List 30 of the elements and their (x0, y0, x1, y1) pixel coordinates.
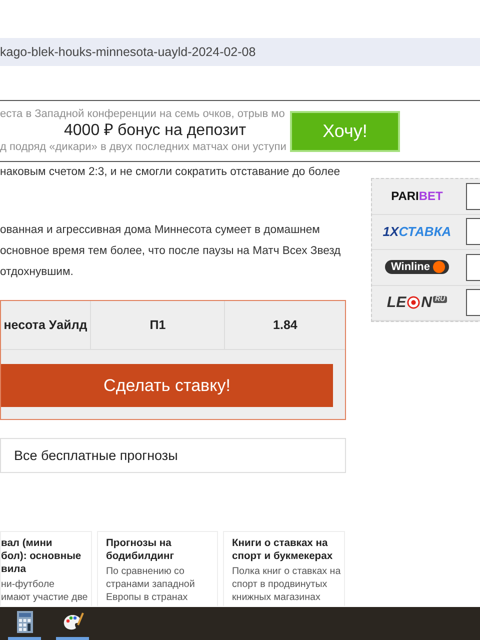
article-text: основное время тем более, что после паузы на Матч Всех Звезд (0, 244, 341, 259)
card-text: По сравнению со странами западной Европы в странах (106, 565, 196, 604)
palette-icon (62, 612, 84, 632)
article-text: отдохнувшим. (0, 265, 74, 280)
all-forecasts-link[interactable]: Все бесплатные прогнозы (0, 438, 346, 473)
article-card[interactable]: Книги о ставках на спорт и букмекерах Полка книг о ставках на спорт в продвинутых книжных магазинах (223, 531, 345, 606)
bookmaker-logo: Winline (384, 260, 449, 274)
article-text: наковым счетом 2:3, и не смогли сократить отставание до более (0, 165, 342, 180)
card-text: Полка книг о ставках на спорт в продвинутых книжных магазинах (232, 565, 340, 604)
article-text: ованная и агрессивная дома Миннесота сумеет в домашнем (0, 223, 320, 238)
bookmaker-logo: 1XСТАВКА (382, 224, 452, 240)
card-title: Книги о ставках на спорт и букмекерах (232, 537, 334, 563)
card-title: вал (мини бол): основные вила (1, 537, 82, 576)
table-cell: несота Уайлд (1, 301, 91, 349)
faded-text: д подряд «дикари» в двух последних матчах они уступи (0, 141, 286, 154)
logo-text: N (421, 294, 432, 312)
bookmaker-logo: PARIBET (391, 189, 443, 204)
logo-text: LE (386, 294, 406, 312)
article-card[interactable]: вал (мини бол): основные вила ни-футболе имают участие две (0, 531, 92, 606)
card-title: Прогнозы на бодибилдинг (106, 537, 175, 563)
calculator-icon (16, 611, 32, 633)
table-cell-text: 1.84 (272, 317, 298, 334)
ball-icon (407, 296, 420, 310)
card-text: ни-футболе имают участие две (1, 578, 87, 604)
article-card[interactable]: Прогнозы на бодибилдинг По сравнению со странами западной Европы в странах (97, 531, 218, 606)
bet-button[interactable]: Сделать ставку! (1, 364, 333, 407)
faded-text: еста в Западной конференции на семь очков, отрыв мо (0, 108, 285, 121)
address-bar[interactable]: kago-blek-houks-minnesota-uayld-2024-02-08 (0, 38, 480, 66)
bonus-text: 4000 ₽ бонус на депозит (64, 121, 246, 141)
table-cell: П1 (90, 301, 226, 349)
